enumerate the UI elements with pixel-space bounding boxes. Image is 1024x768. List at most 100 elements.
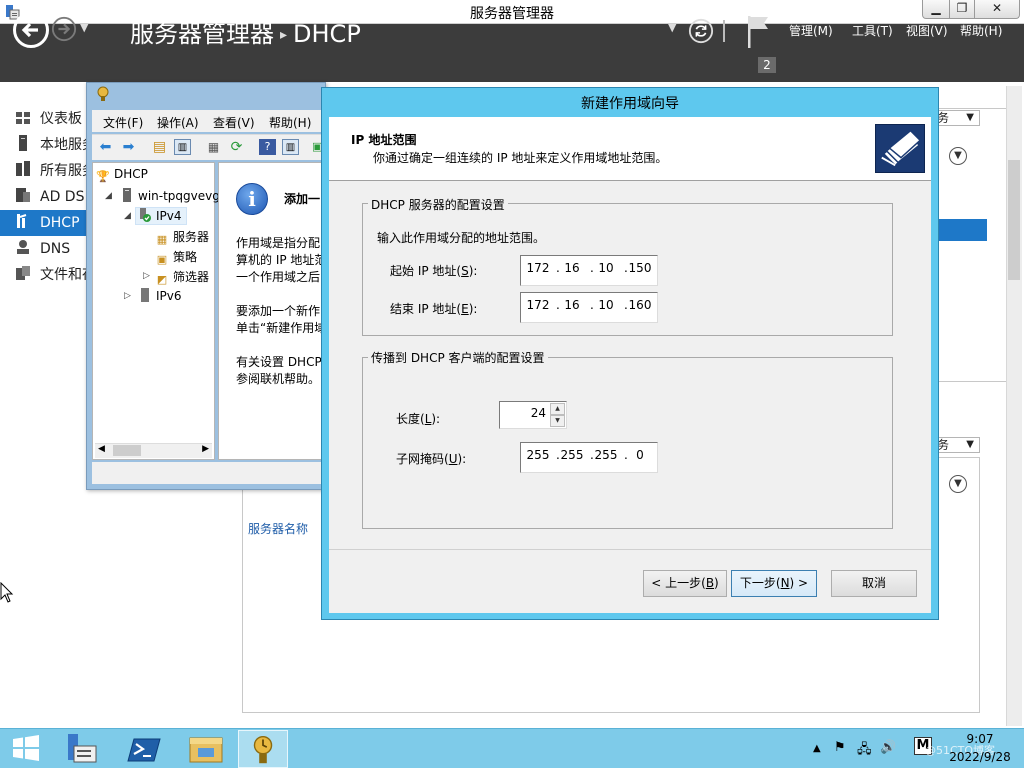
clock-time[interactable]: 9:07	[940, 732, 1020, 746]
mmc-menu-action[interactable]: 操作(A)	[157, 114, 199, 131]
tree-item-server[interactable]: win-tpqgvevg	[120, 188, 220, 203]
range-instruction: 输入此作用域分配的地址范围。	[377, 231, 546, 245]
scrollbar-thumb[interactable]	[113, 445, 141, 456]
nav-item-ad-ds[interactable]: AD DS	[0, 184, 86, 210]
ip-octet[interactable]: 16	[558, 298, 586, 312]
scroll-left-icon[interactable]: ◀	[98, 444, 105, 454]
nav-item-local-server[interactable]: 本地服务器	[0, 132, 86, 158]
tree-collapse-arrow-icon[interactable]: ◢	[105, 191, 112, 201]
breadcrumb-root[interactable]: 服务器管理器	[130, 20, 274, 48]
tree-item-label: 策略	[173, 250, 198, 264]
ip-octet[interactable]: 10	[592, 298, 620, 312]
forward-arrow-icon[interactable]	[51, 16, 77, 42]
ip-octet[interactable]: 172	[524, 298, 552, 312]
nav-item-file-storage[interactable]: 文件和存储服务	[0, 262, 86, 288]
taskbar-server-manager-icon[interactable]	[56, 730, 106, 768]
end-ip-label: 结束 IP 地址(E):	[390, 302, 478, 316]
clock-date[interactable]: 2022/9/28	[940, 750, 1020, 764]
expand-chevron-icon[interactable]: ▼	[949, 475, 967, 493]
stepper-down-icon[interactable]: ▼	[550, 415, 565, 427]
tray-network-icon[interactable]: 🖧	[857, 740, 872, 762]
ip-octet[interactable]: 10	[592, 261, 620, 275]
tree-item-ipv4[interactable]: IPv4	[138, 208, 182, 223]
toolbar-help-icon[interactable]: ?	[259, 139, 276, 155]
menu-tools[interactable]: 工具(T)	[852, 22, 893, 39]
tree-item-ipv6[interactable]: IPv6	[138, 288, 182, 303]
nav-item-dhcp[interactable]: DHCP	[0, 210, 86, 236]
ip-octet[interactable]: 16	[558, 261, 586, 275]
taskbar-file-explorer-icon[interactable]	[181, 730, 231, 768]
toolbar-refresh-icon[interactable]: ⟳	[228, 139, 245, 155]
content-text-line: 有关设置 DHCP	[236, 355, 322, 369]
end-ip-input[interactable]: 172 . 16 . 10 . 160	[520, 292, 658, 323]
stepper-up-icon[interactable]: ▲	[550, 403, 565, 415]
breadcrumb: 服务器管理器 ▸ DHCP	[130, 14, 361, 49]
toolbar-properties-icon[interactable]: ▦	[205, 139, 222, 155]
prefix-length-stepper[interactable]: 24 ▲ ▼	[499, 401, 567, 429]
column-header-server-name[interactable]: 服务器名称	[248, 520, 308, 537]
menu-help[interactable]: 帮助(H)	[960, 22, 1002, 39]
tree-item-policies[interactable]: ▣ 策略	[155, 248, 197, 267]
label-text: 长度(	[396, 412, 425, 426]
toolbar-back-icon[interactable]: ⬅	[97, 139, 114, 155]
expand-chevron-icon[interactable]: ▼	[949, 147, 967, 165]
back-arrow-icon[interactable]	[12, 11, 50, 49]
tree-expand-arrow-icon[interactable]: ▷	[143, 271, 150, 281]
cancel-button[interactable]: 取消	[831, 570, 917, 597]
toolbar-up-folder-icon[interactable]: ▤	[151, 139, 168, 155]
ip-octet[interactable]: 255	[558, 448, 586, 462]
breadcrumb-separator-icon: ▸	[280, 27, 288, 43]
close-button[interactable]: ✕	[974, 0, 1020, 19]
tree-expand-arrow-icon[interactable]: ▷	[124, 291, 131, 301]
taskbar-dhcp-icon[interactable]	[238, 730, 288, 768]
nav-item-dns[interactable]: DNS	[0, 236, 86, 262]
nav-history-dropdown-icon[interactable]: ▼	[80, 21, 88, 34]
ip-octet[interactable]: 0	[626, 448, 654, 462]
prefix-length-value[interactable]: 24	[531, 406, 546, 420]
toolbar-forward-icon[interactable]: ➡	[120, 139, 137, 155]
ip-octet[interactable]: 150	[626, 261, 654, 275]
menu-view[interactable]: 视图(V)	[906, 22, 948, 39]
content-text-line: 作用域是指分配	[236, 236, 321, 250]
ip-octet[interactable]: 255	[592, 448, 620, 462]
mouse-pointer-icon	[0, 582, 14, 603]
taskbar-powershell-icon[interactable]	[120, 730, 170, 768]
notifications-count-badge: 2	[758, 57, 776, 73]
windows-start-icon[interactable]	[12, 735, 40, 761]
toolbar-action-pane-icon[interactable]: ▥	[282, 139, 299, 155]
start-ip-input[interactable]: 172 . 16 . 10 . 150	[520, 255, 658, 286]
subnet-mask-input[interactable]: 255 . 255 . 255 . 0	[520, 442, 658, 473]
tree-item-server-options[interactable]: ▦ 服务器	[155, 228, 209, 247]
tray-volume-icon[interactable]: 🔊	[880, 740, 896, 755]
next-button[interactable]: 下一步(N) >	[731, 570, 817, 597]
ad-ds-icon	[14, 187, 32, 203]
ip-octet[interactable]: 255	[524, 448, 552, 462]
mmc-menu-file[interactable]: 文件(F)	[103, 114, 143, 131]
label-text: 子网掩码(	[396, 452, 449, 466]
role-summary-pane	[930, 108, 1012, 382]
toolbar-show-tree-icon[interactable]: ▥	[174, 139, 191, 155]
nav-item-all-servers[interactable]: 所有服务器	[0, 158, 86, 184]
header-dropdown-icon[interactable]: ▼	[668, 21, 676, 34]
refresh-icon[interactable]	[688, 18, 714, 44]
selected-row-strip	[939, 219, 987, 241]
ip-octet[interactable]: 160	[626, 298, 654, 312]
back-button[interactable]: < 上一步(B)	[643, 570, 727, 597]
ip-octet[interactable]: 172	[524, 261, 552, 275]
maximize-button[interactable]: ❐	[949, 0, 975, 19]
tree-collapse-arrow-icon[interactable]: ◢	[124, 211, 131, 221]
nav-item-dashboard[interactable]: 仪表板	[0, 106, 86, 132]
tray-show-hidden-icon[interactable]: ▲	[813, 743, 821, 754]
mmc-menu-view[interactable]: 查看(V)	[213, 114, 255, 131]
mmc-menu-help[interactable]: 帮助(H)	[269, 114, 311, 131]
scroll-right-icon[interactable]: ▶	[202, 444, 209, 454]
minimize-button[interactable]: ▁	[922, 0, 950, 19]
notifications-flag-icon[interactable]	[746, 14, 776, 50]
tray-action-center-flag-icon[interactable]: ⚑	[834, 740, 846, 755]
menu-manage[interactable]: 管理(M)	[789, 22, 833, 39]
wizard-title: 新建作用域向导	[581, 96, 679, 112]
tree-item-filters[interactable]: ◩ 筛选器	[155, 268, 209, 287]
tree-horizontal-scrollbar[interactable]: ◀ ▶	[95, 443, 212, 458]
scrollbar-thumb[interactable]	[1008, 160, 1020, 280]
tree-item-dhcp-root[interactable]: 🏆 DHCP	[96, 167, 148, 184]
